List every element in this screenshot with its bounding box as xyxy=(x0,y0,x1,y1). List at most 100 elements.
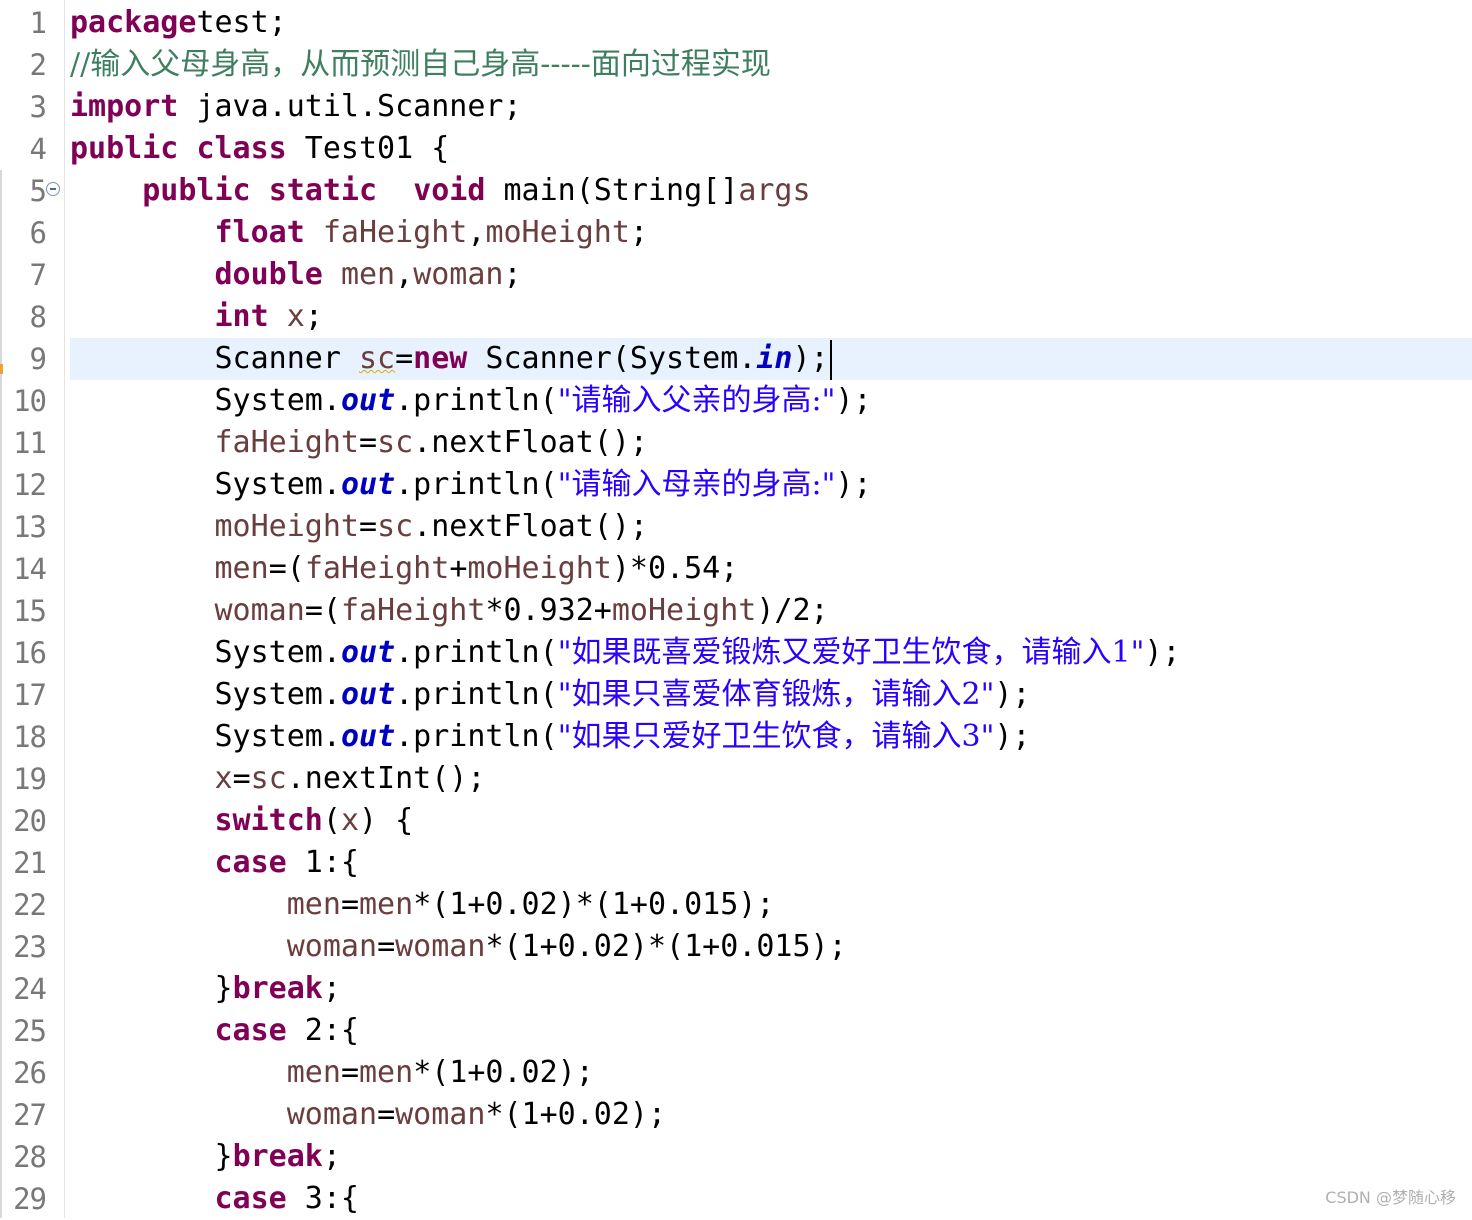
code-line[interactable]: 3 import java.util.Scanner; xyxy=(0,86,1472,128)
code-line[interactable]: 9 Scanner sc=new Scanner(System.in); xyxy=(0,338,1472,380)
code-text[interactable]: faHeight=sc.nextFloat(); xyxy=(70,422,649,464)
code-text[interactable]: case 2:{ xyxy=(70,1010,360,1052)
code-text[interactable]: Scanner sc=new Scanner(System.in); xyxy=(70,338,832,380)
code-line[interactable]: 17 System.out.println("如果只喜爱体育锻炼，请输入2"); xyxy=(0,674,1472,716)
code-token: in xyxy=(756,341,793,376)
code-text[interactable]: men=(faHeight+moHeight)*0.54; xyxy=(70,548,739,590)
code-text[interactable]: x=sc.nextInt(); xyxy=(70,758,486,800)
code-line[interactable]: 25 case 2:{ xyxy=(0,1010,1472,1052)
code-line[interactable]: 24 }break; xyxy=(0,968,1472,1010)
code-text[interactable]: switch(x) { xyxy=(70,800,414,842)
code-token: test; xyxy=(196,5,287,40)
code-token: woman xyxy=(413,257,504,292)
code-token: void xyxy=(413,173,486,208)
code-line[interactable]: 12 System.out.println("请输入母亲的身高:"); xyxy=(0,464,1472,506)
code-text[interactable]: men=men*(1+0.02); xyxy=(70,1052,594,1094)
code-line[interactable]: 29 case 3:{ xyxy=(0,1178,1472,1220)
code-token: case xyxy=(214,845,287,880)
code-text[interactable]: woman=woman*(1+0.02)*(1+0.015); xyxy=(70,926,847,968)
code-text[interactable]: double men,woman; xyxy=(70,254,522,296)
code-token: faHeight xyxy=(340,593,486,628)
code-line[interactable]: 11 faHeight=sc.nextFloat(); xyxy=(0,422,1472,464)
code-text[interactable]: System.out.println("如果只喜爱体育锻炼，请输入2"); xyxy=(70,674,1030,716)
code-token: .println( xyxy=(395,383,558,418)
code-line[interactable]: 28 }break; xyxy=(0,1136,1472,1178)
code-text[interactable]: case 3:{ xyxy=(70,1178,360,1220)
line-number: 14 xyxy=(13,552,47,586)
code-text[interactable]: moHeight=sc.nextFloat(); xyxy=(70,506,649,548)
code-text[interactable]: woman=woman*(1+0.02); xyxy=(70,1094,666,1136)
code-line[interactable]: 14 men=(faHeight+moHeight)*0.54; xyxy=(0,548,1472,590)
line-number: 2 xyxy=(29,48,47,82)
code-line[interactable]: 5 public static void main(String[]args xyxy=(0,170,1472,212)
code-text[interactable]: System.out.println("请输入母亲的身高:"); xyxy=(70,464,871,506)
code-line[interactable]: 2 //输入父母身高，从而预测自己身高-----面向过程实现 xyxy=(0,44,1472,86)
code-line[interactable]: 19 x=sc.nextInt(); xyxy=(0,758,1472,800)
code-text[interactable]: public static void main(String[]args xyxy=(70,170,811,212)
code-token: sc xyxy=(250,761,287,796)
code-text[interactable]: case 1:{ xyxy=(70,842,360,884)
code-line[interactable]: 6 float faHeight,moHeight; xyxy=(0,212,1472,254)
code-token: "如果只喜爱体育锻炼，请输入2" xyxy=(557,677,995,712)
code-token: moHeight xyxy=(467,551,612,586)
code-text[interactable]: import java.util.Scanner; xyxy=(70,86,522,128)
code-token: out xyxy=(340,467,396,502)
code-line[interactable]: 26 men=men*(1+0.02); xyxy=(0,1052,1472,1094)
code-token: 2:{ xyxy=(286,1013,359,1048)
code-line[interactable]: 20 switch(x) { xyxy=(0,800,1472,842)
code-token: ); xyxy=(994,719,1031,754)
code-token: ); xyxy=(835,383,872,418)
code-line[interactable]: 16 System.out.println("如果既喜爱锻炼又爱好卫生饮食，请输… xyxy=(0,632,1472,674)
code-line[interactable]: 10 System.out.println("请输入父亲的身高:"); xyxy=(0,380,1472,422)
code-token: args xyxy=(738,173,811,208)
line-number: 9 xyxy=(29,342,47,376)
code-line[interactable]: 23 woman=woman*(1+0.02)*(1+0.015); xyxy=(0,926,1472,968)
code-text[interactable]: //输入父母身高，从而预测自己身高-----面向过程实现 xyxy=(70,44,771,86)
code-text[interactable]: }break; xyxy=(70,968,340,1010)
code-text[interactable]: System.out.println("如果只爱好卫生饮食，请输入3"); xyxy=(70,716,1031,758)
code-token: ; xyxy=(503,257,522,292)
code-editor[interactable]: 1 packagetest; 2 //输入父母身高，从而预测自己身高-----面向过程… xyxy=(0,0,1472,1218)
code-text[interactable]: public class Test01 { xyxy=(70,128,449,170)
code-token: = xyxy=(377,929,396,964)
code-token: x xyxy=(214,761,233,796)
code-line[interactable]: 1 packagetest; xyxy=(0,2,1472,44)
code-text[interactable]: System.out.println("如果既喜爱锻炼又爱好卫生饮食，请输入1"… xyxy=(70,632,1180,674)
code-token: case xyxy=(214,1181,287,1216)
code-line[interactable]: 22 men=men*(1+0.02)*(1+0.015); xyxy=(0,884,1472,926)
code-token: out xyxy=(340,383,396,418)
code-text[interactable]: men=men*(1+0.02)*(1+0.015); xyxy=(70,884,775,926)
code-token: "如果只爱好卫生饮食，请输入3" xyxy=(557,719,995,754)
code-line[interactable]: 27 woman=woman*(1+0.02); xyxy=(0,1094,1472,1136)
code-token: + xyxy=(449,551,468,586)
code-token: import xyxy=(70,89,179,124)
code-line[interactable]: 4 public class Test01 { xyxy=(0,128,1472,170)
code-token: woman xyxy=(395,1097,486,1132)
code-text[interactable]: float faHeight,moHeight; xyxy=(70,212,649,254)
code-text[interactable]: }break; xyxy=(70,1136,340,1178)
code-token: switch xyxy=(214,803,323,838)
code-line[interactable]: 7 double men,woman; xyxy=(0,254,1472,296)
code-token: package xyxy=(70,5,197,40)
code-line[interactable]: 15 woman=(faHeight*0.932+moHeight)/2; xyxy=(0,590,1472,632)
code-token: = xyxy=(359,425,378,460)
code-line[interactable]: 8 int x; xyxy=(0,296,1472,338)
fold-toggle-icon[interactable] xyxy=(46,182,60,196)
code-token: "请输入母亲的身高:" xyxy=(557,467,836,502)
code-line[interactable]: 21 case 1:{ xyxy=(0,842,1472,884)
code-line[interactable]: 13 moHeight=sc.nextFloat(); xyxy=(0,506,1472,548)
code-line[interactable]: 18 System.out.println("如果只爱好卫生饮食，请输入3"); xyxy=(0,716,1472,758)
code-text[interactable]: int x; xyxy=(70,296,323,338)
line-number: 13 xyxy=(13,510,47,544)
code-text[interactable]: System.out.println("请输入父亲的身高:"); xyxy=(70,380,872,422)
code-token: men xyxy=(286,1055,341,1090)
code-token: "请输入父亲的身高:" xyxy=(557,383,836,418)
code-token: class xyxy=(196,131,287,166)
code-text[interactable]: packagetest; xyxy=(70,2,287,44)
code-text[interactable]: woman=(faHeight*0.932+moHeight)/2; xyxy=(70,590,829,632)
